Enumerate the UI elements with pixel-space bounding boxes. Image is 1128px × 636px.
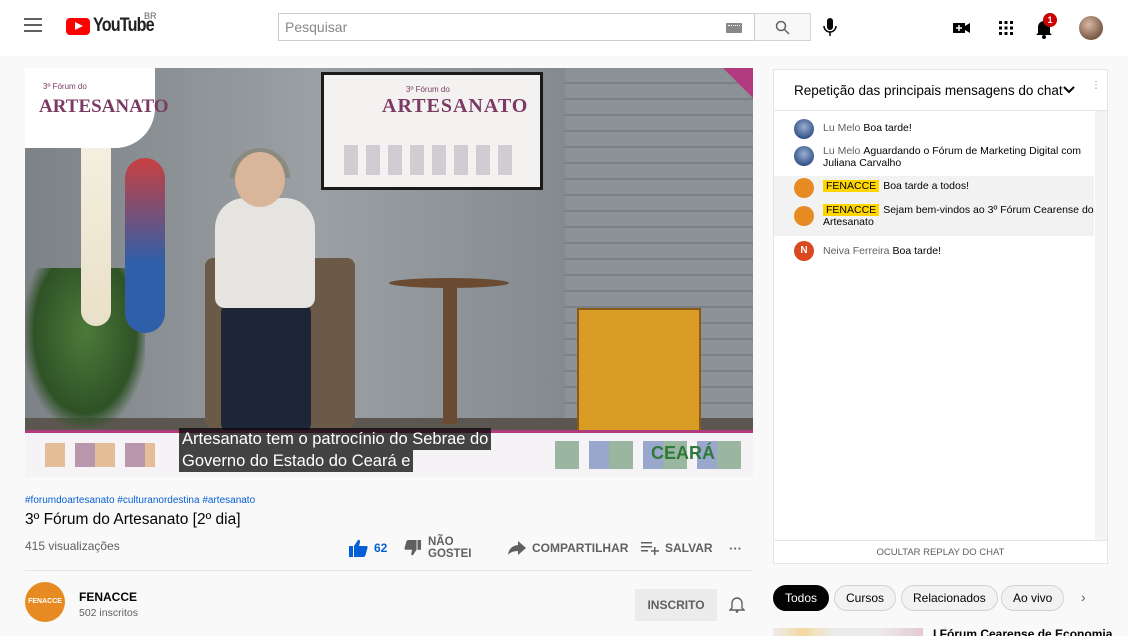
dislike-label-line-1: NÃO xyxy=(428,536,454,548)
related-video-title[interactable]: I Fórum Cearense de Economia xyxy=(933,627,1113,636)
live-chat-replay: Repetição das principais mensagens do ch… xyxy=(773,69,1108,564)
subscriber-count: 502 inscritos xyxy=(79,607,138,619)
save-label: SALVAR xyxy=(665,541,713,555)
video-frame-table-leg xyxy=(443,284,457,424)
notification-badge: 1 xyxy=(1043,13,1057,27)
chat-message: N Neiva Ferreira Boa tarde! xyxy=(774,241,1094,261)
chat-message: Lu Melo Aguardando o Fórum de Marketing D… xyxy=(774,141,1094,173)
masthead: YouTube BR 1 xyxy=(0,0,1128,56)
playlist-add-icon xyxy=(641,542,659,555)
chat-text: Aguardando o Fórum de Marketing Digital … xyxy=(823,145,1082,169)
tv-screen-subtitle: 3º Fórum do xyxy=(406,85,450,94)
chat-message-owner: FENACCE Sejam bem-vindos ao 3º Fórum Cear… xyxy=(774,200,1094,236)
chat-owner-badge[interactable]: FENACCE xyxy=(823,180,880,192)
chat-author[interactable]: Lu Melo xyxy=(823,122,860,134)
chat-message-owner: FENACCE Boa tarde a todos! xyxy=(774,176,1094,200)
chat-mode-dropdown[interactable]: Repetição das principais mensagens do ch… xyxy=(794,83,1063,98)
tv-screen-title: ARTESANATO xyxy=(382,95,529,117)
chat-text: Boa tarde! xyxy=(892,245,941,257)
keyboard-icon[interactable] xyxy=(726,23,742,33)
video-frame-sculpture-white xyxy=(81,136,111,326)
video-frame-sculpture-colored xyxy=(125,158,165,333)
voice-search-button[interactable] xyxy=(817,14,843,40)
hide-chat-replay-button[interactable]: OCULTAR REPLAY DO CHAT xyxy=(774,540,1107,564)
search-input[interactable] xyxy=(279,14,709,40)
more-horizontal-icon: ··· xyxy=(729,540,742,556)
more-actions-button[interactable]: ··· xyxy=(729,535,742,561)
chat-author-avatar[interactable] xyxy=(794,206,814,226)
video-hashtags[interactable]: #forumdoartesanato #culturanordestina #a… xyxy=(25,495,255,506)
chat-author-avatar[interactable]: N xyxy=(794,241,814,261)
overlay-logo-title: ARTESANATO xyxy=(39,96,169,117)
thumbs-down-icon xyxy=(404,540,421,556)
video-camera-plus-icon xyxy=(953,23,970,33)
apps-grid-icon xyxy=(999,21,1013,35)
chat-author-avatar[interactable] xyxy=(794,178,814,198)
share-label: COMPARTILHAR xyxy=(532,541,629,555)
caption-line-2: Governo do Estado do Ceará e xyxy=(179,450,414,472)
search-icon xyxy=(775,20,790,35)
share-arrow-icon xyxy=(508,541,526,555)
menu-icon[interactable] xyxy=(24,18,42,32)
banner-ceara-logo: CEARÁ xyxy=(651,443,716,463)
channel-avatar[interactable]: FENACCE xyxy=(25,582,65,622)
microphone-icon xyxy=(823,18,837,36)
chat-message: Lu Melo Boa tarde! xyxy=(774,118,1094,139)
related-video-thumbnail[interactable] xyxy=(773,628,923,636)
banner-logos-left xyxy=(45,443,155,467)
channel-notification-button[interactable] xyxy=(728,595,746,618)
dislike-button[interactable]: NÃO GOSTEI xyxy=(404,535,471,561)
apps-button[interactable] xyxy=(994,16,1018,40)
view-count: 415 visualizações xyxy=(25,539,120,553)
search-box xyxy=(278,13,755,41)
video-frame-boxes xyxy=(577,308,701,433)
chat-menu-icon[interactable]: ⋮ xyxy=(1091,80,1101,91)
video-player[interactable]: 3º Fórum do ARTESANATO 3º Fórum do ARTES… xyxy=(25,68,753,477)
video-overlay-corner xyxy=(723,68,753,98)
like-button[interactable]: 62 xyxy=(348,535,387,561)
video-frame-speaker xyxy=(215,198,315,308)
youtube-play-icon xyxy=(66,17,90,35)
chat-text: Boa tarde a todos! xyxy=(883,180,969,192)
create-video-button[interactable] xyxy=(950,16,974,40)
share-button[interactable]: COMPARTILHAR xyxy=(508,535,628,561)
region-code: BR xyxy=(144,11,157,21)
video-frame-speaker-legs xyxy=(221,303,311,433)
search-button[interactable] xyxy=(755,13,811,41)
channel-name[interactable]: FENACCE xyxy=(79,590,137,604)
chat-author-avatar[interactable] xyxy=(794,119,814,139)
chevron-right-icon[interactable]: › xyxy=(1081,589,1086,605)
video-captions: Artesanato tem o patrocínio do Sebrae do… xyxy=(179,428,492,472)
chip-relacionados[interactable]: Relacionados xyxy=(901,585,998,611)
subscribed-button[interactable]: INSCRITO xyxy=(635,589,717,621)
banner-logos-right xyxy=(555,441,745,469)
tv-screen-sponsor-logos xyxy=(344,145,514,175)
chat-text: Boa tarde! xyxy=(863,122,912,134)
save-button[interactable]: SALVAR xyxy=(641,535,713,561)
dislike-label: NÃO GOSTEI xyxy=(428,536,471,560)
chip-ao-vivo[interactable]: Ao vivo xyxy=(1001,585,1065,611)
caption-line-1: Artesanato tem o patrocínio do Sebrae do xyxy=(179,428,492,450)
like-count: 62 xyxy=(374,541,388,555)
chat-owner-badge[interactable]: FENACCE xyxy=(823,204,880,216)
chevron-down-icon[interactable] xyxy=(1063,85,1075,95)
youtube-logo[interactable]: YouTube BR xyxy=(66,11,164,37)
chat-header: Repetição das principais mensagens do ch… xyxy=(774,70,1107,111)
chat-author-avatar[interactable] xyxy=(794,146,814,166)
video-overlay-logo: 3º Fórum do ARTESANATO xyxy=(25,68,169,148)
video-frame-tv-screen: 3º Fórum do ARTESANATO xyxy=(321,72,543,190)
dislike-label-line-2: GOSTEI xyxy=(428,548,472,560)
overlay-logo-subtitle: 3º Fórum do xyxy=(43,82,87,91)
thumbs-up-icon xyxy=(349,539,368,557)
video-title: 3º Fórum do Artesanato [2º dia] xyxy=(25,511,241,528)
video-frame-speaker-head xyxy=(235,152,285,207)
chat-scrollbar[interactable] xyxy=(1095,111,1107,540)
chip-todos[interactable]: Todos xyxy=(773,585,830,611)
chat-author[interactable]: Neiva Ferreira xyxy=(823,245,890,257)
divider xyxy=(25,570,753,571)
account-avatar[interactable] xyxy=(1079,16,1103,40)
chip-cursos[interactable]: Cursos xyxy=(834,585,897,611)
bell-outline-icon xyxy=(728,597,746,613)
chat-author[interactable]: Lu Melo xyxy=(823,145,860,157)
